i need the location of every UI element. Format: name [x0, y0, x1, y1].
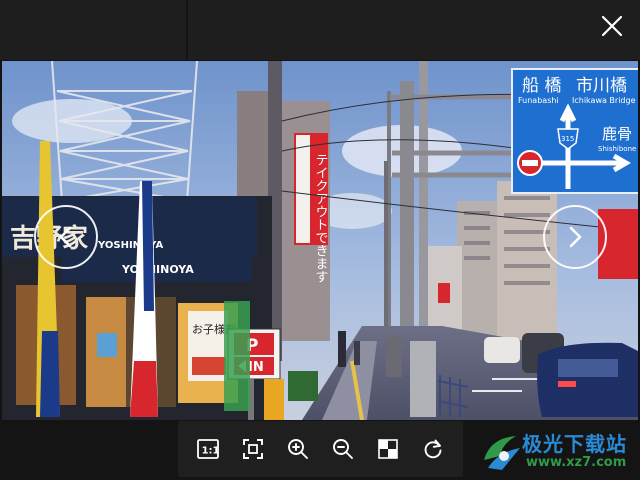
- watermark-logo-icon: [484, 436, 520, 470]
- next-image-button[interactable]: [543, 205, 607, 269]
- shop-name-front: YOSHINOYA: [121, 263, 194, 276]
- header-divider: [186, 0, 188, 60]
- viewer-header: [0, 0, 640, 60]
- watermark-title: 极光下载站: [522, 432, 627, 456]
- zoom-out-icon: [333, 439, 353, 459]
- previous-image-button[interactable]: [34, 205, 98, 269]
- zoom-in-icon: [288, 439, 308, 459]
- sign-shishibone-jp: 鹿骨: [602, 125, 632, 143]
- rotate-clockwise-icon: [424, 439, 442, 459]
- sign-ichikawa-en: Ichikawa Bridge: [572, 96, 636, 105]
- actual-size-label: 1:1: [202, 446, 220, 457]
- checkerboard-icon: [378, 439, 398, 459]
- road-sign: 船 橋 市川橋 Funabashi Ichikawa Bridge 315 鹿骨…: [511, 68, 638, 194]
- parking-in: IN: [248, 360, 264, 375]
- takeout-banner-text: テイクアウトできます: [313, 153, 328, 283]
- chevron-left-icon: [59, 226, 72, 248]
- sign-route-number: 315: [561, 135, 574, 143]
- watermark-url: www.xz7.com: [526, 455, 627, 470]
- sign-shishibone-en: Shishibone: [598, 145, 636, 153]
- zoom-out-button[interactable]: [329, 435, 357, 463]
- one-to-one-icon: 1:1: [197, 439, 220, 459]
- image-viewport[interactable]: テイクアウトできます 船 橋 市川橋 Funabashi Ichikawa Br…: [2, 61, 638, 420]
- viewer-toolbar: 1:1: [178, 421, 463, 477]
- sign-funabashi-en: Funabashi: [518, 96, 559, 105]
- fit-window-button[interactable]: [239, 435, 267, 463]
- transparency-button[interactable]: [374, 435, 402, 463]
- rotate-button[interactable]: [419, 435, 447, 463]
- fit-to-window-icon: [243, 439, 263, 459]
- site-watermark: 极光下载站 www.xz7.com: [478, 424, 638, 478]
- sign-funabashi-jp: 船 橋: [522, 76, 561, 96]
- sign-ichikawa-jp: 市川橋: [576, 76, 627, 96]
- zoom-in-button[interactable]: [284, 435, 312, 463]
- close-icon[interactable]: [598, 12, 626, 40]
- chevron-right-icon: [569, 226, 582, 248]
- actual-size-button[interactable]: 1:1: [194, 435, 222, 463]
